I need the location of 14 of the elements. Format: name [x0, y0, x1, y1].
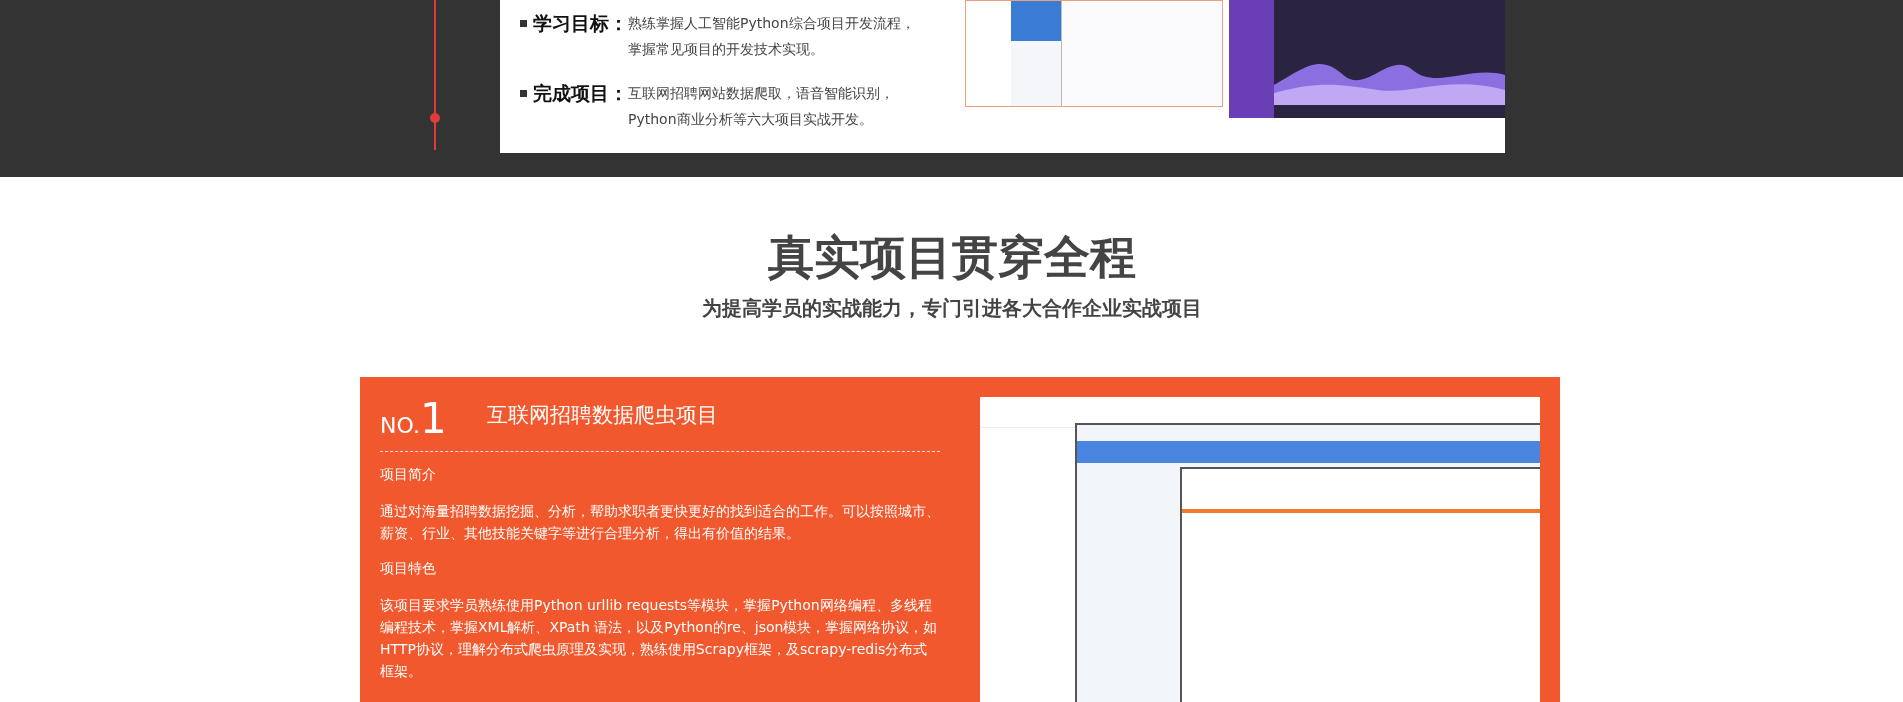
block-heading: 项目简介	[380, 466, 437, 484]
block-paragraph: 通过对海量招聘数据挖掘、分析，帮助求职者更快更好的找到适合的工作。可以按照城市、薪资、行业、其他技能关键字等进行合理分析，得出有价值的结果。	[380, 502, 940, 543]
project-title: 互联网招聘数据爬虫项目	[486, 402, 718, 429]
item-label: 完成项目：	[533, 81, 628, 106]
bullet-icon	[520, 90, 527, 97]
block-paragraph: 该项目要求学员熟练使用Python urllib requests等模块，掌握Python网络编程、多线程编程技术，掌握XML解析、XPath 语法，以及Python的re、json模块，掌握网络协议，如HTTP协议，理解分布式爬虫原理及实现，熟练使用Scrapy框架，及scrapy-redis分布式框架。	[380, 596, 939, 681]
section-subtitle: 为提高学员的实战能力，专门引进各大合作企业实战项目	[701, 295, 1202, 322]
section-title: 真实项目贯穿全程	[767, 229, 1136, 286]
block-heading: 项目特色	[380, 560, 437, 578]
project-number: NO.1	[380, 397, 447, 441]
bullet-icon	[520, 20, 527, 27]
item-description: 互联网招聘网站数据爬取，语音智能识别， Python商业分析等六大项目实战开发。	[628, 84, 894, 129]
item-description: 熟练掌握人工智能Python综合项目开发流程， 掌握常见项目的开发技术实现。	[628, 14, 915, 59]
item-label: 学习目标：	[533, 11, 628, 36]
